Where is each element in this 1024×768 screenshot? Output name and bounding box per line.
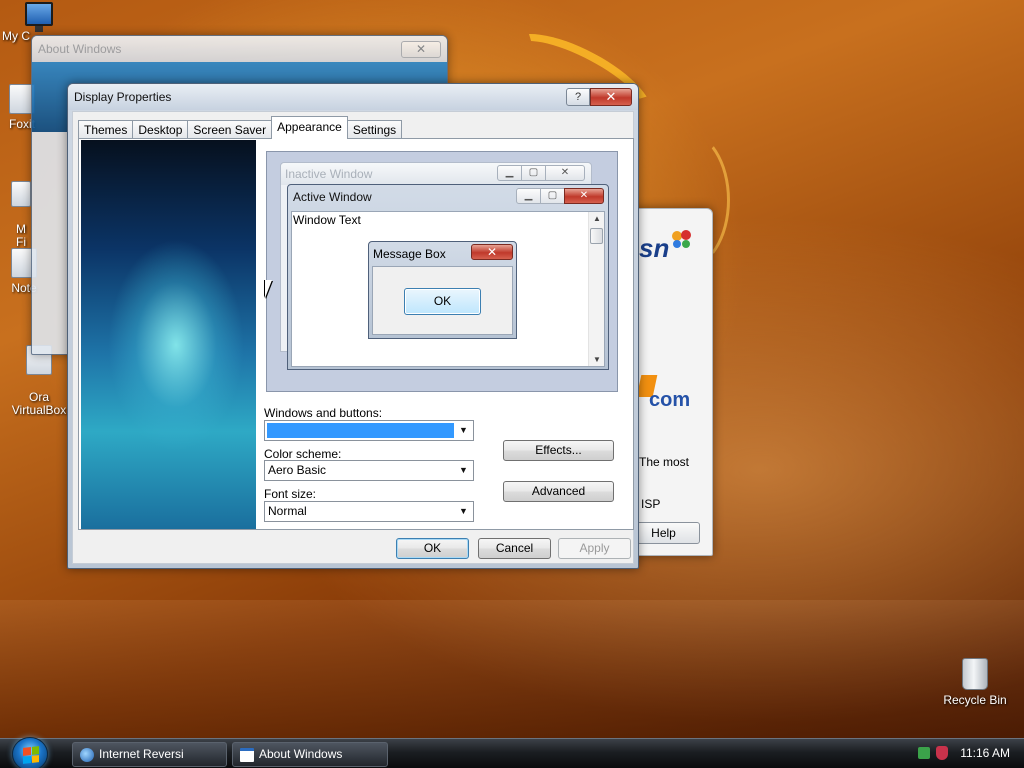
- font-size-dropdown[interactable]: Normal ▼: [264, 501, 474, 522]
- security-shield-icon[interactable]: [936, 746, 948, 760]
- scroll-thumb: [590, 228, 603, 244]
- color-scheme-dropdown[interactable]: Aero Basic ▼: [264, 460, 474, 481]
- com-logo-text: com: [649, 389, 691, 411]
- tab-themes[interactable]: Themes: [78, 120, 134, 139]
- ok-button[interactable]: OK: [396, 538, 469, 559]
- cancel-button[interactable]: Cancel: [478, 538, 551, 559]
- page-text: The most: [639, 455, 690, 469]
- msn-logo-text: sn: [639, 233, 670, 263]
- effects-button[interactable]: Effects...: [503, 440, 614, 461]
- color-scheme-value: Aero Basic: [268, 463, 327, 477]
- desktop-icon-recycle-bin[interactable]: Recycle Bin: [940, 658, 1010, 707]
- network-icon[interactable]: [918, 747, 930, 759]
- mouse-cursor-icon: [265, 280, 279, 298]
- close-button[interactable]: ✕: [401, 40, 441, 58]
- globe-icon: [80, 748, 94, 762]
- windows-logo-icon: [23, 746, 39, 764]
- color-scheme-label: Color scheme:: [264, 447, 342, 461]
- taskbar-item-internet-reversi[interactable]: Internet Reversi: [72, 742, 227, 767]
- minimize-icon: ▁: [516, 188, 541, 204]
- display-properties-dialog[interactable]: Display Properties ? ✕ Themes Desktop Sc…: [67, 83, 639, 569]
- taskbar-item-label: Internet Reversi: [99, 747, 184, 761]
- sample-scrollbar: ▲ ▼: [588, 212, 604, 366]
- maximize-icon: ▢: [540, 188, 565, 204]
- appearance-panel: Inactive Window ▁ ▢ ✕ Active Window ▁ ▢ …: [78, 138, 634, 530]
- message-box-client: OK: [372, 266, 513, 335]
- tab-settings[interactable]: Settings: [346, 120, 403, 139]
- desktop-icon-label: Recycle Bin: [943, 693, 1007, 707]
- wallpaper-preview-image: [81, 140, 256, 529]
- dialog-body: Themes Desktop Screen Saver Appearance S…: [72, 111, 634, 564]
- advanced-button[interactable]: Advanced: [503, 481, 614, 502]
- selected-value-highlight: [267, 423, 454, 438]
- start-button[interactable]: [12, 737, 48, 768]
- browser-app-icon: [11, 181, 31, 207]
- font-size-value: Normal: [268, 504, 307, 518]
- close-icon: ✕: [564, 188, 604, 204]
- help-button[interactable]: ?: [566, 88, 590, 106]
- scroll-down-arrow-icon: ▼: [593, 355, 601, 364]
- tab-strip: Themes Desktop Screen Saver Appearance S…: [78, 116, 403, 139]
- close-icon: ✕: [471, 244, 513, 260]
- chevron-down-icon[interactable]: ▼: [456, 423, 471, 438]
- dialog-title: Display Properties: [74, 90, 172, 104]
- clock[interactable]: 11:16 AM: [960, 746, 1010, 760]
- close-icon: ✕: [545, 165, 585, 181]
- msn-butterfly-icon: [672, 230, 691, 248]
- tab-appearance[interactable]: Appearance: [271, 116, 348, 139]
- windows-and-buttons-label: Windows and buttons:: [264, 406, 383, 420]
- scroll-up-arrow-icon: ▲: [593, 214, 601, 223]
- window-icon: [240, 748, 254, 762]
- computer-icon: [25, 2, 53, 32]
- close-button[interactable]: ✕: [590, 88, 632, 106]
- taskbar-item-label: About Windows: [259, 747, 343, 761]
- minimize-icon: ▁: [497, 165, 522, 181]
- taskbar: Internet Reversi About Windows 11:16 AM: [0, 737, 1024, 768]
- message-box-sample: Message Box ✕ OK: [368, 241, 517, 339]
- window-title: About Windows: [38, 42, 122, 56]
- desktop-icon-label: Ora VirtualBox: [11, 390, 67, 417]
- chevron-down-icon[interactable]: ▼: [456, 463, 471, 478]
- chevron-down-icon[interactable]: ▼: [456, 504, 471, 519]
- page-text: ISP: [641, 497, 661, 511]
- tab-desktop[interactable]: Desktop: [132, 120, 189, 139]
- recycle-bin-icon: [962, 658, 988, 690]
- maximize-icon: ▢: [521, 165, 546, 181]
- taskbar-item-about-windows[interactable]: About Windows: [232, 742, 388, 767]
- windows-and-buttons-dropdown[interactable]: ▼: [264, 420, 474, 441]
- wallpaper-floor: [0, 600, 1024, 740]
- message-box-ok-sample: OK: [404, 288, 481, 315]
- dialog-titlebar[interactable]: Display Properties ? ✕: [68, 84, 638, 110]
- about-windows-titlebar[interactable]: About Windows ✕: [32, 36, 447, 62]
- apply-button[interactable]: Apply: [558, 538, 631, 559]
- window-text-sample: Window Text: [293, 213, 361, 227]
- tab-screen-saver[interactable]: Screen Saver: [187, 120, 273, 139]
- font-size-label: Font size:: [264, 487, 317, 501]
- appearance-sample-preview: Inactive Window ▁ ▢ ✕ Active Window ▁ ▢ …: [266, 151, 618, 392]
- system-tray: 11:16 AM: [912, 739, 1024, 768]
